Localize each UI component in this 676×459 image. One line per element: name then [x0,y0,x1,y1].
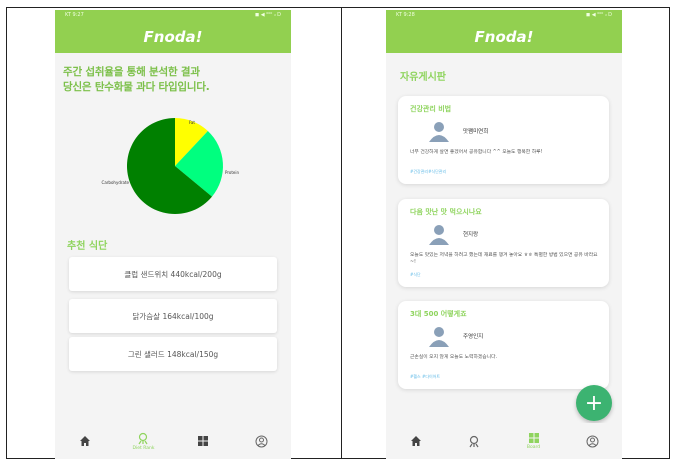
nav-home[interactable] [65,435,105,447]
nav-board[interactable]: Board [514,432,554,450]
analysis-line-1: 주간 섭취율을 통해 분석한 결과 [63,66,200,78]
board-screen: KT 9:28 ◼ ◀ ⁰⁰⁰ ᵢₗ D Fnoda! 자유게시판 건강관리 비… [386,10,622,459]
board-title: 자유게시판 [400,72,446,83]
grid-icon [197,436,208,446]
bottom-nav: Board [386,423,622,459]
diet-card-label: 클럽 샌드위치 440kcal/200g [124,269,222,279]
post-tag[interactable]: #식단 [410,272,421,278]
analysis-result: 주간 섭취율을 통해 분석한 결과 당신은 탄수화물 과다 타입입니다. [55,53,291,95]
nav-profile[interactable] [573,435,613,448]
avatar-icon [429,327,449,347]
avatar-icon [429,122,449,142]
post-author: 주영인지 [463,334,484,340]
post-card-2[interactable]: 다음 맛난 맛 먹으시나요 현지랑 오늘도 맛있는 저녁을 하려고 했는데 재료… [398,199,609,287]
post-body: 근손실이 오지 않게 오늘도 노력하겠습니다. [410,355,498,360]
analysis-line-2: 당신은 탄수화물 과다 타입입니다. [63,81,210,93]
bottom-nav: Diet Rank [55,423,291,459]
nutrient-pie-chart: Carbohydrate Protein Fat [102,118,239,214]
post-tag[interactable]: #헬스 #다이어트 [410,374,440,380]
recommend-title: 추천 식단 [67,241,108,252]
diet-card-label: 닭가슴살 164kcal/100g [132,311,214,321]
plus-icon: + [584,390,604,416]
status-indicators: ◼ ◀ ⁰⁰⁰ ᵢₗ D [255,12,281,18]
status-bar: KT 9:27 ◼ ◀ ⁰⁰⁰ ᵢₗ D [55,10,291,20]
nav-board[interactable] [183,435,223,447]
add-post-button[interactable]: + [576,385,612,421]
diet-card-1[interactable]: 클럽 샌드위치 440kcal/200g [69,257,277,291]
pie-label-carbohydrate: Carbohydrate [102,180,130,185]
diet-icon [469,435,479,447]
nav-diet[interactable]: Diet Rank [124,432,164,451]
avatar-icon [429,225,449,245]
pie-label-fat: Fat [189,120,195,125]
app-title: Fnoda! [143,27,203,46]
status-time: KT 9:28 [396,12,415,18]
diet-icon [138,432,148,444]
home-icon [79,436,90,446]
profile-icon [255,435,268,447]
post-card-3[interactable]: 3대 500 어떻게죠 주영인지 근손실이 오지 않게 오늘도 노력하겠습니다.… [398,301,609,389]
nav-profile[interactable] [242,435,282,448]
analysis-screen: KT 9:27 ◼ ◀ ⁰⁰⁰ ᵢₗ D Fnoda! 주간 섭취율을 통해 분… [55,10,291,459]
profile-icon [586,435,599,447]
home-icon [410,436,421,446]
post-title: 건강관리 비법 [410,105,452,113]
post-author: 맛쨈미연희 [463,129,489,135]
post-title: 3대 500 어떻게죠 [410,310,467,318]
diet-card-3[interactable]: 그린 샐러드 148kcal/150g [69,337,277,371]
post-card-1[interactable]: 건강관리 비법 맛쨈미연희 너무 건강하게 살면 좋겠어서 공유합니다 ^^ 오… [398,96,609,184]
status-time: KT 9:27 [65,12,84,18]
nav-board-label: Board [526,445,541,450]
nav-home[interactable] [396,435,436,447]
status-bar: KT 9:28 ◼ ◀ ⁰⁰⁰ ᵢₗ D [386,10,622,20]
post-title: 다음 맛난 맛 먹으시나요 [410,208,482,216]
post-tag[interactable]: #건강관리#식단관리 [410,169,446,175]
app-title: Fnoda! [474,27,534,46]
app-bar: Fnoda! [386,20,622,53]
diet-card-2[interactable]: 닭가슴살 164kcal/100g [69,299,277,333]
pie-label-protein: Protein [225,170,239,175]
diet-card-label: 그린 샐러드 148kcal/150g [127,349,219,359]
post-body: 오늘도 맛있는 저녁을 하려고 했는데 재료를 챙겨 놓아요 ㅎㅎ 특별한 방법… [410,253,598,265]
frame-divider [341,7,342,459]
status-indicators: ◼ ◀ ⁰⁰⁰ ᵢₗ D [586,12,612,18]
nav-diet-label: Diet Rank [132,445,155,451]
nav-diet[interactable] [455,435,495,448]
post-author: 현지랑 [463,232,479,238]
app-bar: Fnoda! [55,20,291,53]
post-body: 너무 건강하게 살면 좋겠어서 공유합니다 ^^ 오늘도 행복한 하루! [410,150,543,155]
grid-icon [528,433,539,443]
